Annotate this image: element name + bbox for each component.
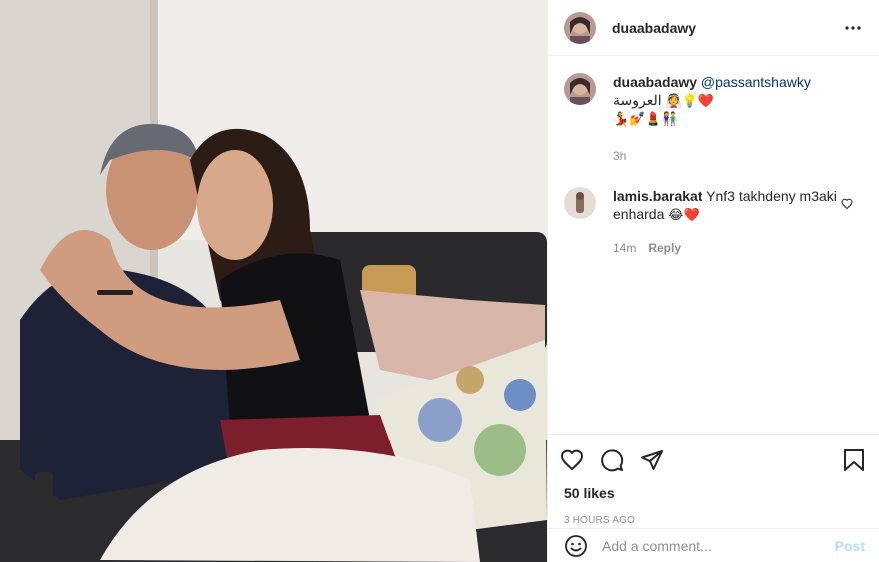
post-header: duaabadawy (548, 0, 879, 56)
author-username[interactable]: duaabadawy (612, 20, 841, 36)
caption-text: العروسة (613, 92, 662, 108)
post-actions: 50 likes 3 HOURS AGO (548, 434, 879, 526)
caption-emoji-line2: 💃💅💄👫 (613, 112, 678, 127)
comment-heart-icon[interactable] (841, 197, 853, 213)
comment-emoji: 😂❤️ (668, 208, 700, 223)
reply-button[interactable]: Reply (648, 239, 681, 257)
add-comment-bar: Post (548, 528, 879, 562)
commenter-username[interactable]: lamis.barakat (613, 188, 703, 204)
post-photo-illustration (0, 0, 547, 562)
instagram-post: duaabadawy duaabadawy @passantshawky الع… (0, 0, 879, 562)
avatar-image (564, 11, 596, 44)
action-icons (560, 443, 867, 477)
caption-text-line: العروسة 👰💡❤️ (613, 91, 863, 111)
caption-username[interactable]: duaabadawy (613, 74, 697, 90)
commenter-avatar[interactable] (564, 187, 596, 219)
paper-plane-icon[interactable] (640, 443, 680, 477)
bookmark-icon[interactable] (843, 443, 867, 477)
post-sidebar: duaabadawy duaabadawy @passantshawky الع… (547, 0, 879, 562)
comment-body: lamis.barakat Ynf3 takhdeny m3aki enhard… (613, 187, 863, 257)
caption-emoji-line1: 👰💡❤️ (665, 94, 715, 109)
comment-item: lamis.barakat Ynf3 takhdeny m3aki enhard… (564, 187, 863, 257)
comment-bubble-icon[interactable] (600, 443, 640, 477)
comment-meta: 14m Reply (613, 239, 863, 257)
likes-count[interactable]: 50 likes (560, 477, 867, 501)
post-time[interactable]: 3 HOURS AGO (560, 501, 867, 526)
post-photo[interactable] (0, 0, 547, 562)
caption-avatar[interactable] (564, 73, 596, 105)
avatar-image (564, 73, 596, 105)
comments-section: duaabadawy @passantshawky العروسة 👰💡❤️ 💃… (548, 57, 879, 433)
caption: duaabadawy @passantshawky العروسة 👰💡❤️ 💃… (564, 73, 863, 165)
heart-icon[interactable] (560, 443, 600, 477)
post-comment-button[interactable]: Post (835, 538, 865, 554)
caption-meta: 3h (613, 147, 863, 165)
comment-input[interactable] (602, 537, 835, 554)
caption-age[interactable]: 3h (613, 147, 626, 165)
more-options-icon[interactable] (841, 16, 865, 40)
author-avatar[interactable] (564, 11, 596, 44)
smiley-icon[interactable] (564, 534, 588, 558)
caption-mention[interactable]: @passantshawky (701, 74, 811, 90)
caption-body: duaabadawy @passantshawky العروسة 👰💡❤️ 💃… (613, 73, 863, 165)
avatar-image (564, 187, 596, 219)
comment-age[interactable]: 14m (613, 239, 636, 257)
